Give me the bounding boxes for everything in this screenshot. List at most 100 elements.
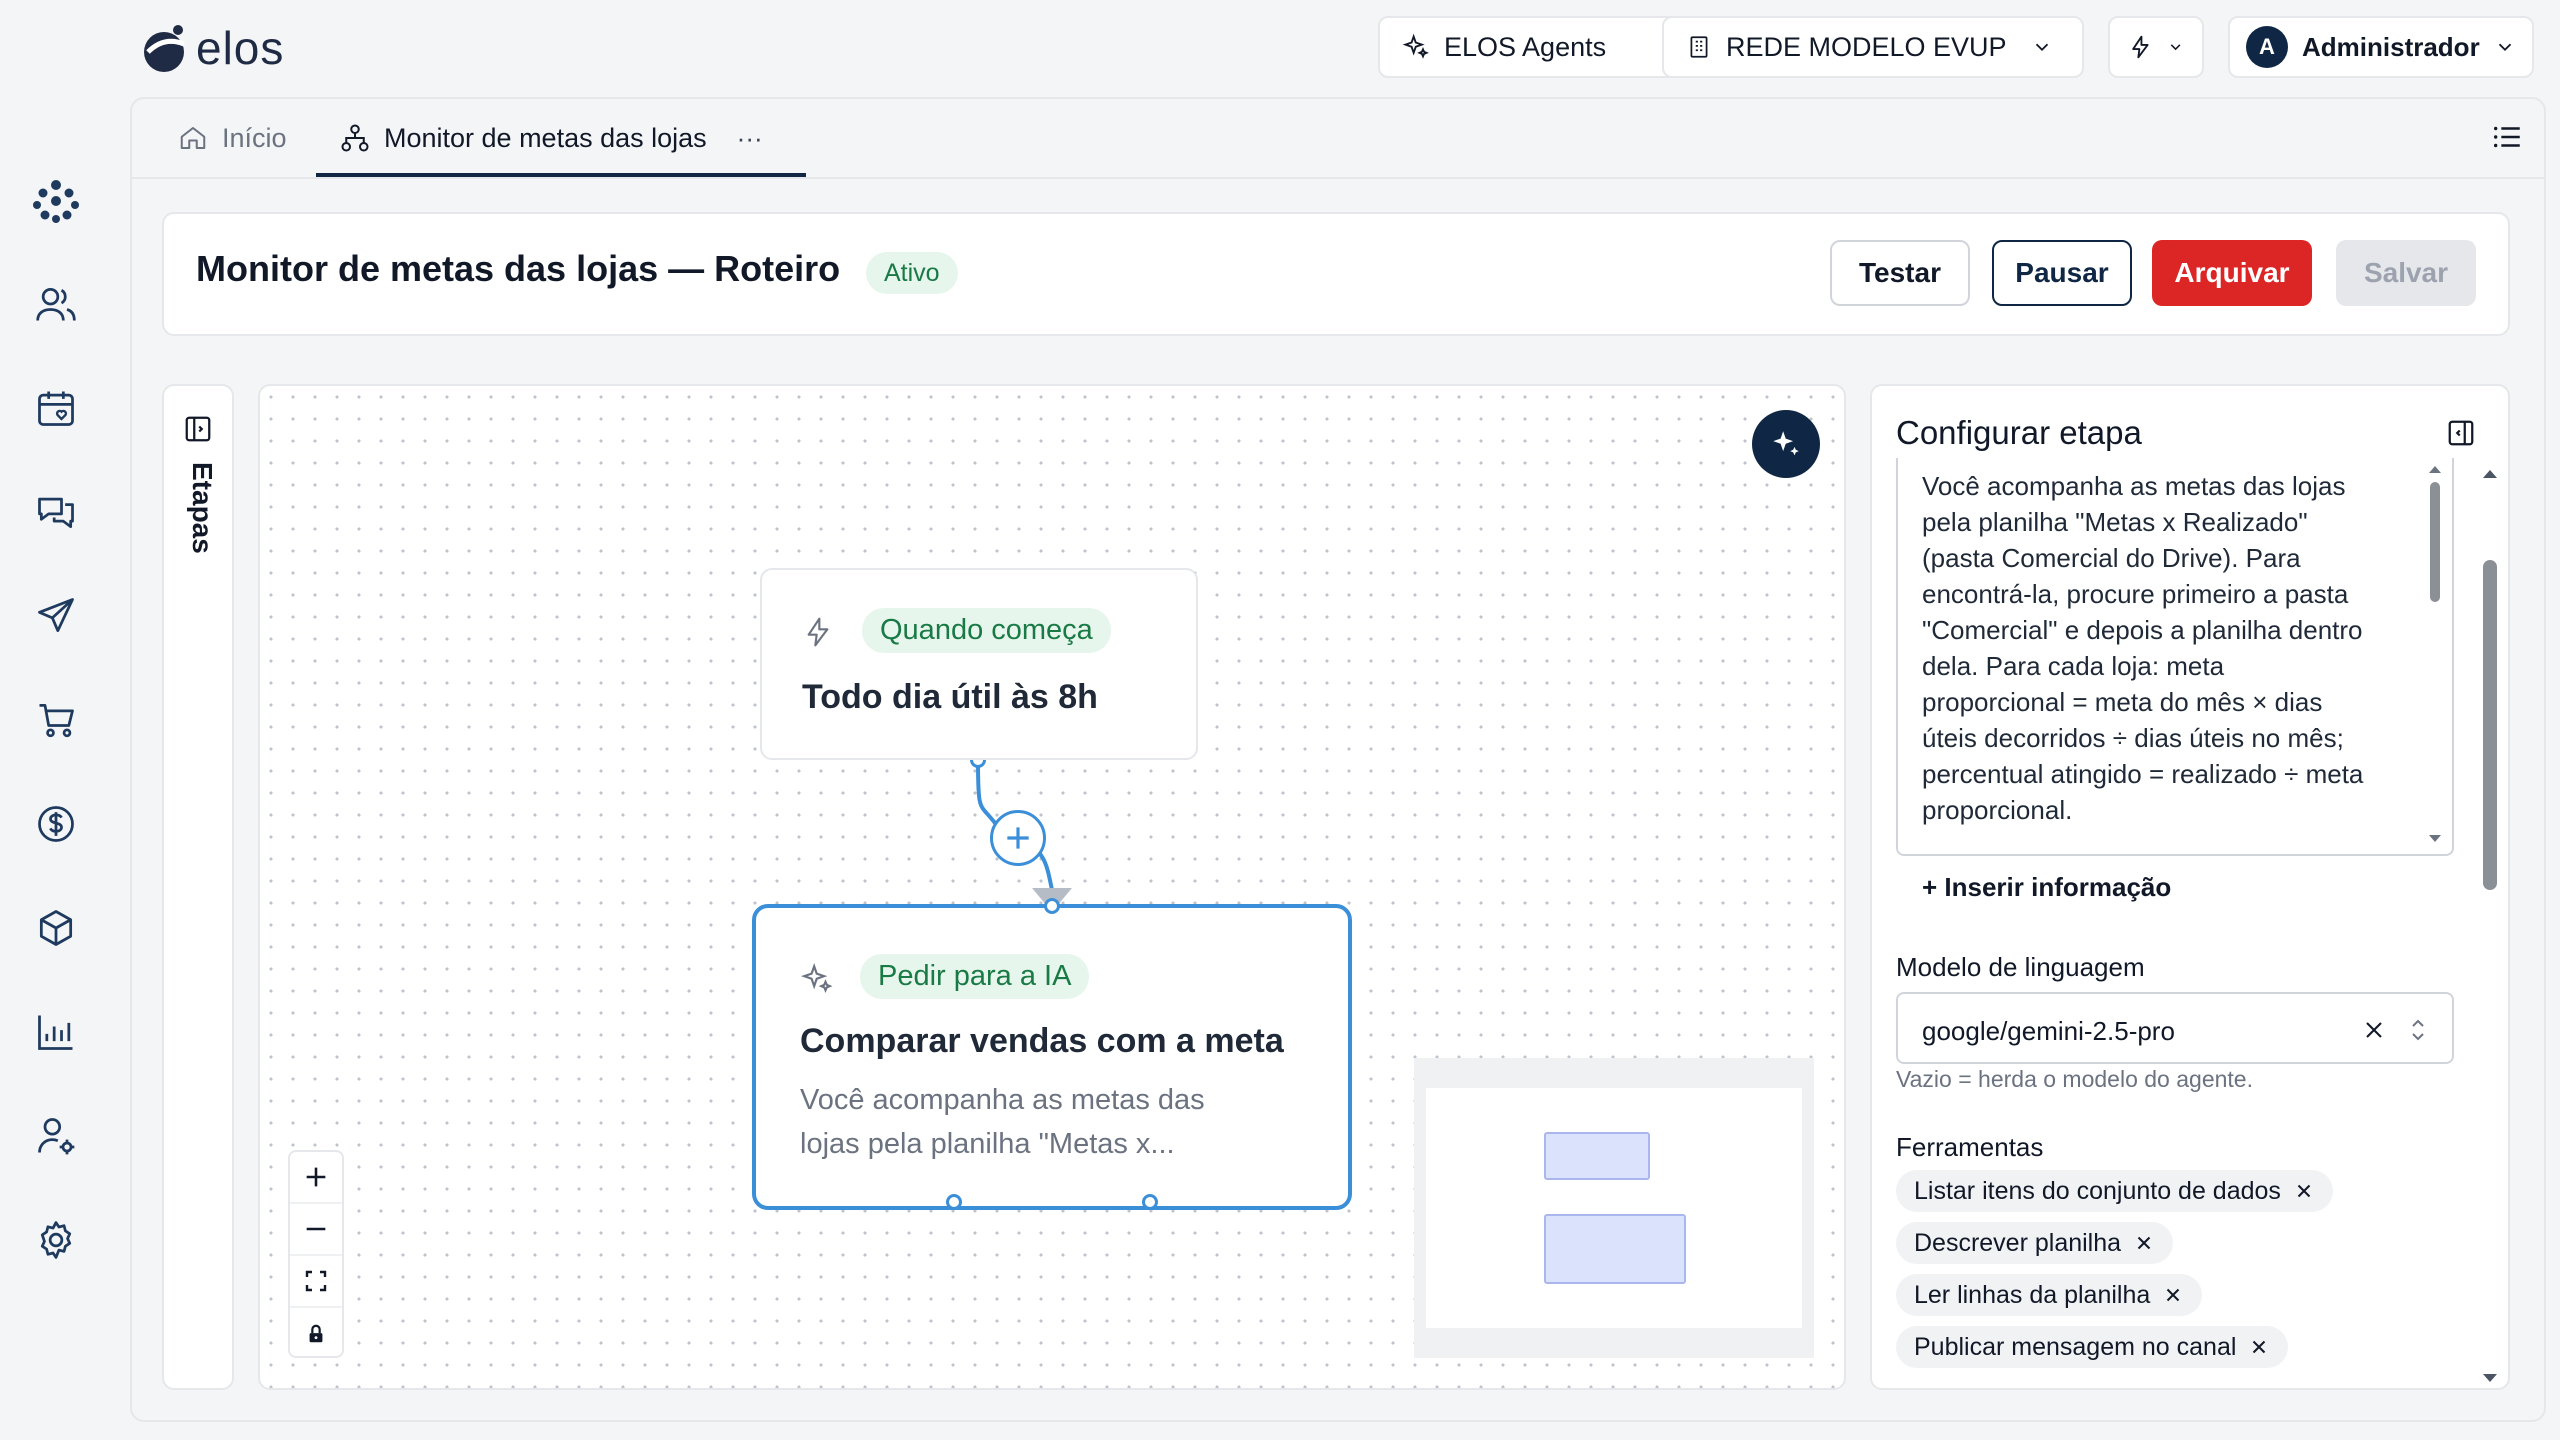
prompt-line: encontrá-la, procure primeiro a pasta: [1922, 579, 2349, 609]
chat-icon: [38, 497, 74, 529]
model-select[interactable]: google/gemini-2.5-pro: [1896, 992, 2454, 1064]
calendar-heart-icon: [38, 391, 74, 426]
tools-label: Ferramentas: [1896, 1132, 2044, 1162]
elos-logo-icon: [144, 25, 185, 72]
dots-network-icon: [33, 180, 79, 223]
minus-icon: [306, 1227, 326, 1231]
box-icon: [39, 910, 73, 946]
prompt-line: Você acompanha as metas das lojas: [1922, 471, 2346, 501]
fit-view-button[interactable]: [290, 1256, 342, 1308]
config-title: Configurar etapa: [1896, 414, 2142, 451]
config-scroll-thumb[interactable]: [2483, 560, 2497, 890]
sidebar-item-sales[interactable]: [28, 692, 84, 748]
chevron-down-icon: [2170, 44, 2181, 51]
sidebar-item-users[interactable]: [28, 276, 84, 332]
test-button[interactable]: Testar: [1830, 240, 1970, 306]
sidebar-item-finance[interactable]: [28, 796, 84, 852]
minimap[interactable]: [1414, 1058, 1814, 1358]
save-button[interactable]: Salvar: [2336, 240, 2476, 306]
ai-badge: Pedir para a IA: [860, 954, 1090, 999]
plus-icon: [306, 1167, 326, 1187]
prompt-line: pela planilha "Metas x Realizado": [1922, 507, 2308, 537]
prompt-textarea[interactable]: Você acompanha as metas das lojas pela p…: [1896, 458, 2454, 856]
insert-info-link[interactable]: + Inserir informação: [1922, 872, 2171, 903]
add-step-button[interactable]: [990, 810, 1046, 866]
steps-label: Etapas: [187, 462, 218, 554]
list-menu-icon[interactable]: [2490, 120, 2524, 154]
close-icon[interactable]: [2133, 1232, 2155, 1254]
ai-assistant-button[interactable]: [1752, 410, 1820, 478]
zoom-controls: [288, 1150, 344, 1358]
prompt-line: úteis decorridos ÷ dias úteis no mês;: [1922, 723, 2344, 753]
lock-button[interactable]: [290, 1308, 342, 1360]
chart-icon: [38, 1015, 73, 1050]
dollar-circle-icon: [38, 806, 74, 842]
prompt-line: dela. Para cada loja: meta: [1922, 651, 2225, 681]
sidebar-item-reports[interactable]: [28, 1004, 84, 1060]
lightning-icon: [802, 614, 834, 650]
chevron-updown-icon[interactable]: [2408, 1014, 2428, 1046]
tab-more-icon[interactable]: ···: [737, 123, 763, 154]
users-icon: [36, 287, 76, 321]
close-icon[interactable]: [2248, 1336, 2270, 1358]
lock-icon: [309, 1324, 323, 1343]
tab-home-label: Início: [222, 122, 287, 153]
pause-button[interactable]: Pausar: [1992, 240, 2132, 306]
tool-chip-label: Ler linhas da planilha: [1914, 1280, 2151, 1309]
tab-goal-monitor[interactable]: Monitor de metas das lojas ···: [340, 112, 763, 164]
textarea-scroll-thumb[interactable]: [2430, 482, 2440, 602]
elos-agents-button[interactable]: ELOS Agents: [1378, 16, 1678, 78]
trigger-node[interactable]: Quando começa Todo dia útil às 8h: [760, 568, 1198, 760]
textarea-scrollbar[interactable]: [2428, 464, 2442, 844]
ai-output-handle[interactable]: [946, 1194, 962, 1210]
sidebar-item-products[interactable]: [28, 900, 84, 956]
ai-preview-line: lojas pela planilha "Metas x...: [800, 1128, 1175, 1160]
chevron-down-icon: [2498, 43, 2511, 52]
quick-actions-button[interactable]: [2108, 16, 2204, 78]
tab-home[interactable]: Início: [178, 112, 287, 164]
sidebar-item-user-settings[interactable]: [28, 1108, 84, 1164]
sidebar-item-messages[interactable]: [28, 484, 84, 540]
sparkles-icon: [800, 962, 834, 996]
model-hint: Vazio = herda o modelo do agente.: [1896, 1066, 2253, 1092]
tool-chip: Ler linhas da planilha: [1896, 1274, 2203, 1316]
archive-button[interactable]: Arquivar: [2152, 240, 2312, 306]
send-icon: [38, 598, 74, 633]
sidebar-item-calendar[interactable]: [28, 380, 84, 436]
prompt-line: proporcional = meta do mês × dias: [1922, 687, 2323, 717]
close-icon[interactable]: [2293, 1180, 2315, 1202]
sidebar-item-campaigns[interactable]: [28, 588, 84, 644]
prompt-line: proporcional.: [1922, 795, 2073, 825]
ai-preview: Você acompanha as metas das lojas pela p…: [800, 1078, 1205, 1166]
workflow-icon: [341, 124, 369, 152]
avatar: A: [2246, 26, 2288, 68]
brand-logo: elos: [140, 20, 300, 76]
zoom-in-button[interactable]: [290, 1152, 342, 1204]
model-value: google/gemini-2.5-pro: [1922, 1016, 2175, 1046]
tool-chip: Descrever planilha: [1896, 1222, 2174, 1264]
model-label: Modelo de linguagem: [1896, 952, 2145, 982]
elos-agents-label: ELOS Agents: [1444, 31, 1607, 62]
page-title: Monitor de metas das lojas — Roteiro: [196, 248, 841, 289]
prompt-line: (pasta Comercial do Drive). Para: [1922, 543, 2301, 573]
ai-input-handle[interactable]: [1044, 898, 1060, 914]
ai-output-handle[interactable]: [1142, 1194, 1158, 1210]
collapse-panel-icon[interactable]: [2446, 418, 2476, 448]
tool-chip: Publicar mensagem no canal: [1896, 1326, 2289, 1368]
ai-title: Comparar vendas com a meta: [800, 1022, 1284, 1060]
ai-node[interactable]: Pedir para a IA Comparar vendas com a me…: [752, 904, 1352, 1210]
network-selector[interactable]: REDE MODELO EVUP: [1662, 16, 2084, 78]
user-menu[interactable]: A Administrador: [2228, 16, 2534, 78]
zoom-out-button[interactable]: [290, 1204, 342, 1256]
sidebar-item-settings[interactable]: [28, 1212, 84, 1268]
panel-toggle-icon[interactable]: [183, 414, 213, 444]
clear-icon[interactable]: [2360, 1016, 2388, 1044]
close-icon[interactable]: [2162, 1284, 2184, 1306]
prompt-line: percentual atingido = realizado ÷ meta: [1922, 759, 2364, 789]
tool-chip-label: Publicar mensagem no canal: [1914, 1332, 2237, 1361]
trigger-badge: Quando começa: [862, 608, 1111, 653]
logo-text: elos: [196, 22, 285, 74]
sparkles-icon: [1773, 431, 1799, 456]
sidebar-item-dashboard[interactable]: [28, 172, 84, 228]
config-scrollbar[interactable]: [2480, 466, 2500, 1386]
